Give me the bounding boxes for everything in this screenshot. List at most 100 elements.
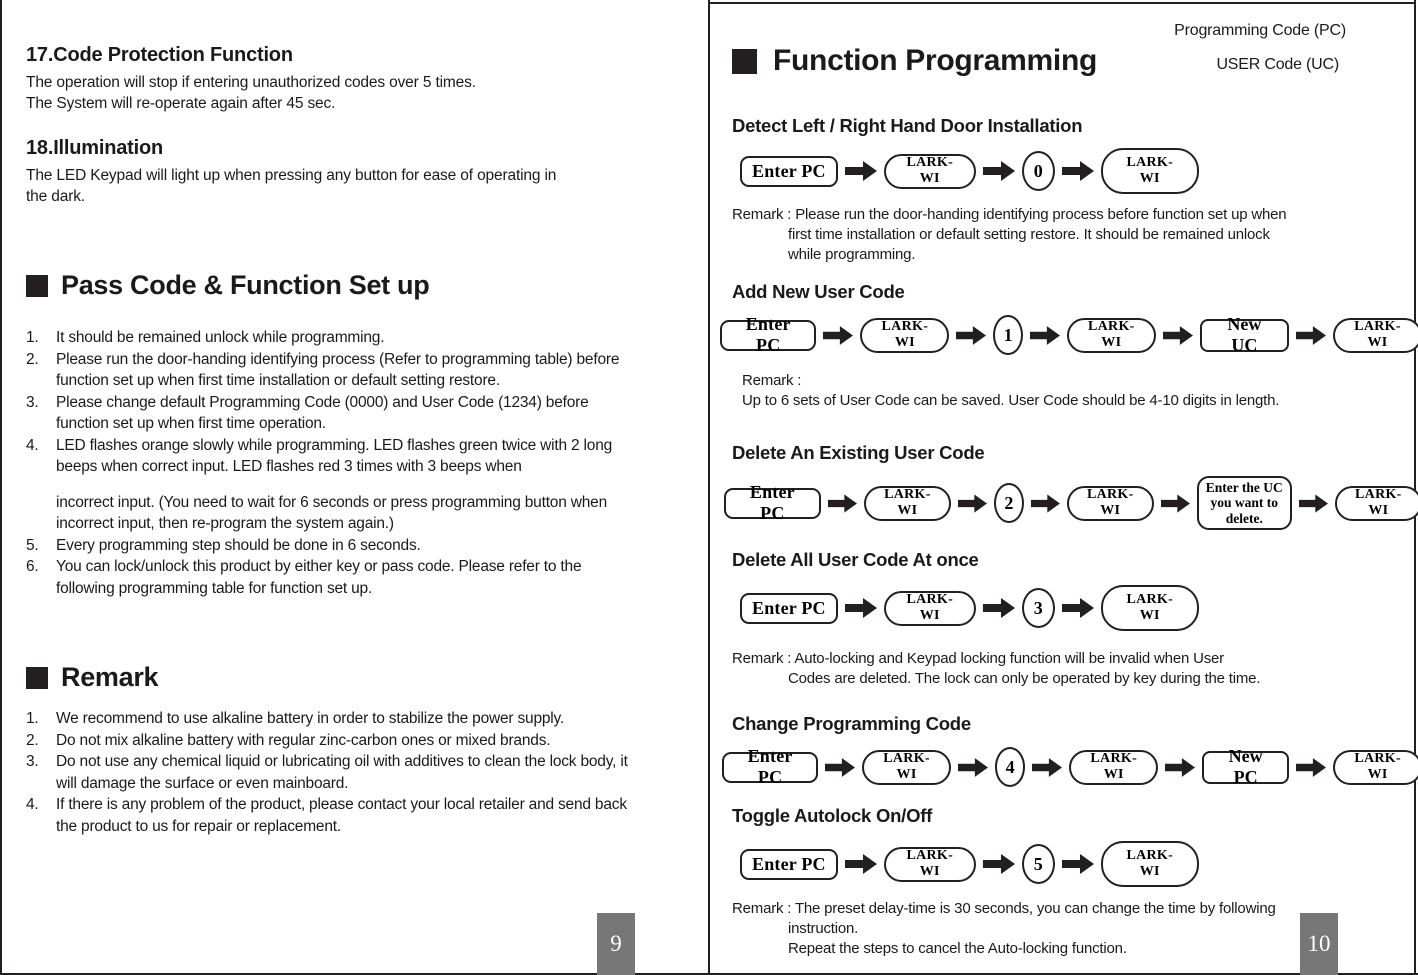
flow-node-lark-wi[interactable]: LARK-WI (1334, 485, 1418, 521)
list-marker: 2. (26, 731, 39, 749)
arrow-right-icon (844, 854, 877, 874)
section-code-protection: 17.Code Protection Function The operatio… (26, 44, 666, 114)
section-body-line: The System will re-operate again after 4… (26, 95, 336, 112)
list-text: Please change default Programming Code (… (56, 393, 589, 433)
flow-node-lark-wi[interactable]: LARK-WI (860, 317, 950, 353)
arrow-right-icon (1032, 757, 1063, 777)
flow-heading: Delete An Existing User Code (732, 442, 985, 463)
list-item: 4. LED flashes orange slowly while progr… (26, 435, 636, 478)
flow-node-new-uc[interactable]: New UC (1199, 314, 1290, 355)
programming-code-label: Programming Code (PC) (1174, 22, 1346, 39)
list-text: Do not use any chemical liquid or lubric… (56, 753, 628, 792)
flow-diagram: Enter PC LARK-WI 3 LARK-WI (732, 585, 1418, 631)
remark-line: first time installation or default setti… (788, 226, 1270, 243)
flow-node-lark-wi[interactable]: LARK-WI (883, 590, 976, 626)
section-heading: 18.Illumination (26, 137, 164, 159)
flow-diagram: Enter PC LARK-WI 1 LARK-WI New UC LARK-W… (720, 314, 1418, 355)
flow-diagram: Enter PC LARK-WI 4 LARK-WI New PC LARK-W… (722, 746, 1418, 787)
flow-node-lark-wi[interactable]: LARK-WI (862, 749, 951, 785)
section-body-line: The LED Keypad will light up when pressi… (26, 167, 557, 184)
remark-label: Remark : (732, 650, 792, 667)
list-text: incorrect input. (You need to wait for 6… (56, 493, 608, 533)
flow-remark: Remark : Up to 6 sets of User Code can b… (732, 371, 1418, 411)
flow-diagram: Enter PC LARK-WI 2 LARK-WI Enter the UC … (724, 476, 1418, 530)
flow-detect-hand: Detect Left / Right Hand Door Installati… (732, 115, 1412, 265)
flow-node-digit[interactable]: 1 (993, 315, 1023, 355)
passcode-section-header: Pass Code & Function Set up (26, 270, 430, 301)
flow-node-enter-pc[interactable]: Enter PC (740, 592, 838, 624)
arrow-right-icon (982, 161, 1015, 181)
left-page: 17.Code Protection Function The operatio… (0, 0, 708, 975)
arrow-right-icon (982, 854, 1015, 874)
remark-label: Remark : (732, 206, 792, 223)
remark-instruction-list: 1. We recommend to use alkaline battery … (26, 708, 646, 837)
flow-node-lark-wi[interactable]: LARK-WI (1100, 585, 1199, 631)
flow-node-lark-wi[interactable]: LARK-WI (883, 846, 976, 882)
flow-node-enter-pc[interactable]: Enter PC (720, 314, 817, 355)
flow-diagram: Enter PC LARK-WI 5 LARK-WI (732, 841, 1418, 887)
remark-line: The preset delay-time is 30 seconds, you… (794, 900, 1276, 917)
arrow-right-icon (823, 325, 854, 345)
list-item: 3. Please change default Programming Cod… (26, 392, 636, 435)
remark-label: Remark : (742, 372, 802, 389)
flow-node-digit[interactable]: 0 (1021, 151, 1055, 191)
list-marker: 2. (26, 350, 39, 368)
flow-node-enter-pc[interactable]: Enter PC (740, 155, 838, 187)
passcode-instruction-list: 1. It should be remained unlock while pr… (26, 327, 636, 599)
remark-line: while programming. (788, 246, 916, 263)
section-heading: 17.Code Protection Function (26, 44, 293, 66)
flow-node-lark-wi[interactable]: LARK-WI (883, 153, 976, 189)
list-item: 5. Every programming step should be done… (26, 535, 636, 557)
arrow-right-icon (1160, 493, 1190, 513)
flow-node-lark-wi[interactable]: LARK-WI (1066, 317, 1156, 353)
list-item: 6. You can lock/unlock this product by e… (26, 556, 636, 599)
list-text: We recommend to use alkaline battery in … (56, 710, 565, 727)
list-text: LED flashes orange slowly while programm… (56, 436, 613, 476)
flow-node-lark-wi[interactable]: LARK-WI (1333, 749, 1418, 785)
function-programming-header: Function Programming (732, 44, 1097, 78)
code-legend: Programming Code (PC) USER Code (UC) (1174, 14, 1346, 82)
arrow-right-icon (844, 161, 877, 181)
flow-node-digit[interactable]: 2 (994, 483, 1024, 523)
remark-section-header: Remark (26, 662, 159, 693)
arrow-right-icon (1296, 757, 1327, 777)
arrow-right-icon (1162, 325, 1193, 345)
flow-node-lark-wi[interactable]: LARK-WI (1100, 148, 1199, 194)
list-text: You can lock/unlock this product by eith… (56, 558, 582, 597)
arrow-right-icon (1165, 757, 1196, 777)
list-marker: 6. (26, 558, 39, 575)
flow-node-digit[interactable]: 5 (1021, 844, 1055, 884)
user-code-label: USER Code (UC) (1216, 56, 1339, 73)
flow-node-new-pc[interactable]: New PC (1202, 746, 1290, 787)
flow-node-enter-pc[interactable]: Enter PC (740, 848, 838, 880)
arrow-right-icon (957, 757, 988, 777)
arrow-right-icon (1061, 598, 1094, 618)
list-item: 1. It should be remained unlock while pr… (26, 327, 636, 349)
flow-node-lark-wi[interactable]: LARK-WI (1069, 749, 1159, 785)
list-marker: 1. (26, 329, 39, 346)
list-item: 1. We recommend to use alkaline battery … (26, 708, 646, 730)
flow-node-lark-wi[interactable]: LARK-WI (1066, 485, 1154, 521)
arrow-right-icon (1030, 493, 1060, 513)
remark-line: Auto-locking and Keypad locking function… (794, 650, 1224, 667)
flow-node-digit[interactable]: 4 (994, 747, 1026, 787)
list-marker: 3. (26, 753, 39, 770)
flow-node-lark-wi[interactable]: LARK-WI (1100, 841, 1199, 887)
flow-node-enter-uc-to-delete[interactable]: Enter the UC you want to delete. (1196, 476, 1292, 530)
flow-node-enter-pc[interactable]: Enter PC (724, 482, 821, 523)
remark-line: Codes are deleted. The lock can only be … (788, 670, 1261, 687)
arrow-right-icon (1061, 161, 1094, 181)
flow-node-enter-pc[interactable]: Enter PC (722, 746, 819, 787)
arrow-right-icon (958, 493, 987, 513)
remark-line: Up to 6 sets of User Code can be saved. … (742, 392, 1280, 409)
page-number-right: 10 (1300, 913, 1338, 975)
flow-node-lark-wi[interactable]: LARK-WI (863, 485, 951, 521)
list-item: 4. If there is any problem of the produc… (26, 794, 646, 837)
flow-remark: Remark : Auto-locking and Keypad locking… (732, 649, 1418, 689)
list-item: 2. Please run the door-handing identifyi… (26, 349, 636, 392)
flow-node-lark-wi[interactable]: LARK-WI (1333, 317, 1418, 353)
flow-node-digit[interactable]: 3 (1021, 588, 1055, 628)
flow-heading: Change Programming Code (732, 713, 971, 734)
list-item: 2. Do not mix alkaline battery with regu… (26, 730, 646, 752)
section-body-line: the dark. (26, 188, 85, 205)
